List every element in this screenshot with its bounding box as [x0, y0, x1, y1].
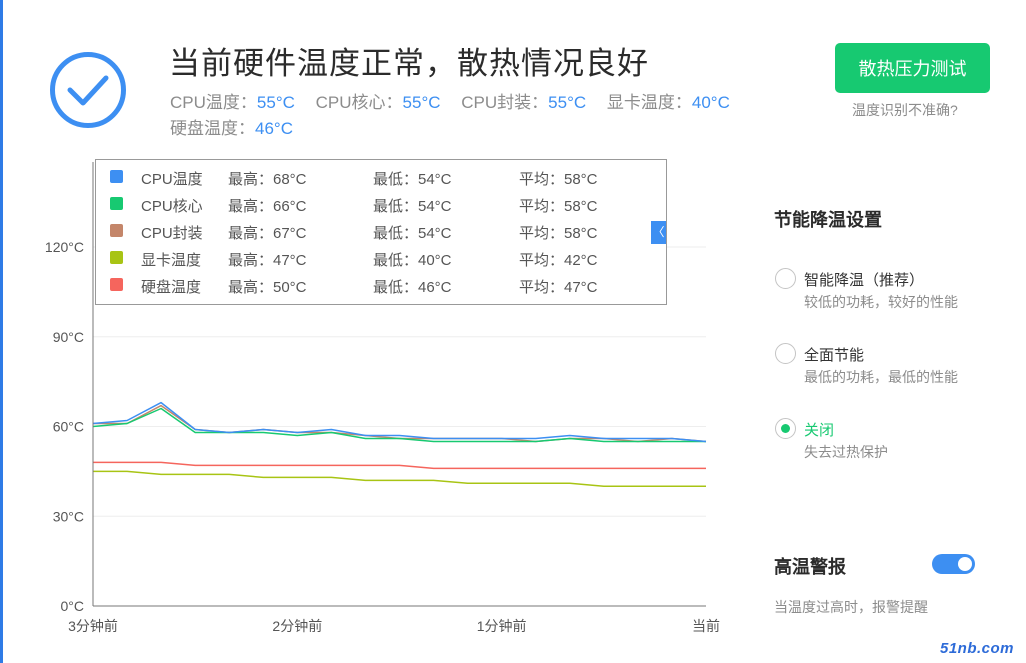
legend-max: 最高：47°C: [228, 252, 307, 269]
legend-swatch: [110, 197, 123, 210]
legend-min: 最低：54°C: [373, 198, 452, 215]
series-line-0: [92, 401, 707, 443]
temp-cpu: CPU温度：55°C: [170, 93, 295, 112]
legend-name: 显卡温度: [141, 252, 202, 269]
temp-gpu: 显卡温度：40°C: [606, 93, 730, 112]
temp-cpu-package: CPU封装：55°C: [461, 93, 587, 112]
legend-max: 最高：66°C: [228, 198, 307, 215]
legend-min: 最低：46°C: [373, 279, 452, 296]
legend-max: 最高：68°C: [228, 171, 307, 188]
legend-avg: 平均：58°C: [519, 171, 598, 188]
legend-row-cpu-core: CPU核心 最高：66°C 最低：54°C 平均：58°C: [96, 193, 666, 220]
legend-name: CPU核心: [141, 198, 203, 215]
legend-name: CPU温度: [141, 171, 203, 188]
legend-row-disk: 硬盘温度 最高：50°C 最低：46°C 平均：47°C: [96, 274, 666, 301]
y-tick-label: 30°C: [53, 508, 84, 524]
y-tick-label: 0°C: [61, 598, 85, 614]
option-desc: 较低的功耗，较好的性能: [804, 294, 958, 310]
legend-name: CPU封装: [141, 225, 203, 242]
high-temp-alarm-toggle[interactable]: [932, 554, 975, 574]
legend-min: 最低：54°C: [373, 225, 452, 242]
legend-min: 最低：54°C: [373, 171, 452, 188]
option-desc: 失去过热保护: [804, 444, 888, 460]
legend-avg: 平均：42°C: [519, 252, 598, 269]
stress-test-button[interactable]: 散热压力测试: [835, 43, 990, 93]
high-temp-alarm-title: 高温警报: [774, 557, 846, 577]
option-label: 全面节能: [804, 347, 865, 364]
option-label: 智能降温（推荐）: [804, 272, 925, 289]
y-tick-label: 90°C: [53, 329, 84, 345]
legend-max: 最高：67°C: [228, 225, 307, 242]
series-line-1: [92, 407, 706, 443]
x-tick-label: 1分钟前: [477, 618, 527, 634]
current-temps: CPU温度：55°C CPU核心：55°C CPU封装：55°C 显卡温度：40…: [170, 90, 760, 142]
legend-row-cpu-package: CPU封装 最高：67°C 最低：54°C 平均：58°C: [96, 220, 666, 247]
legend-max: 最高：50°C: [228, 279, 307, 296]
legend-avg: 平均：58°C: [519, 225, 598, 242]
check-circle-icon: [50, 52, 126, 128]
x-tick-label: 2分钟前: [272, 618, 322, 634]
status-title: 当前硬件温度正常，散热情况良好: [169, 46, 649, 81]
cooling-option-full-save[interactable]: 全面节能 最低的功耗，最低的性能: [775, 343, 1005, 389]
legend-row-gpu: 显卡温度 最高：47°C 最低：40°C 平均：42°C: [96, 247, 666, 274]
chart-legend: CPU温度 最高：68°C 最低：54°C 平均：58°C CPU核心 最高：6…: [95, 159, 667, 305]
series-line-3: [93, 470, 706, 488]
x-tick-label: 3分钟前: [68, 618, 118, 634]
option-desc: 最低的功耗，最低的性能: [804, 369, 958, 385]
legend-swatch: [110, 278, 123, 291]
legend-swatch: [110, 251, 123, 264]
radio-button-selected[interactable]: [775, 418, 796, 439]
y-tick-label: 120°C: [45, 239, 84, 255]
legend-collapse-button[interactable]: 〈: [651, 221, 666, 244]
legend-name: 硬盘温度: [141, 279, 202, 296]
radio-button[interactable]: [775, 268, 796, 289]
legend-avg: 平均：58°C: [519, 198, 598, 215]
cooling-option-smart[interactable]: 智能降温（推荐） 较低的功耗，较好的性能: [775, 268, 1005, 314]
x-tick-label: 当前: [692, 618, 720, 634]
legend-swatch: [110, 224, 123, 237]
cooling-settings-title: 节能降温设置: [774, 210, 882, 230]
temp-disk: 硬盘温度：46°C: [170, 119, 293, 138]
temp-cpu-core: CPU核心：55°C: [315, 93, 441, 112]
radio-button[interactable]: [775, 343, 796, 364]
legend-swatch: [110, 170, 123, 183]
cooling-option-off[interactable]: 关闭 失去过热保护: [775, 418, 1005, 464]
high-temp-alarm-desc: 当温度过高时，报警提醒: [774, 599, 928, 615]
site-watermark: 51nb.com: [940, 640, 1015, 657]
legend-avg: 平均：47°C: [519, 279, 598, 296]
option-label: 关闭: [804, 422, 835, 439]
legend-min: 最低：40°C: [373, 252, 452, 269]
inaccurate-temp-link[interactable]: 温度识别不准确?: [852, 100, 958, 120]
y-tick-label: 60°C: [53, 419, 84, 435]
chart-series: [92, 401, 707, 488]
legend-row-cpu: CPU温度 最高：68°C 最低：54°C 平均：58°C: [96, 166, 666, 193]
toggle-knob: [958, 557, 972, 571]
series-line-4: [93, 461, 706, 470]
